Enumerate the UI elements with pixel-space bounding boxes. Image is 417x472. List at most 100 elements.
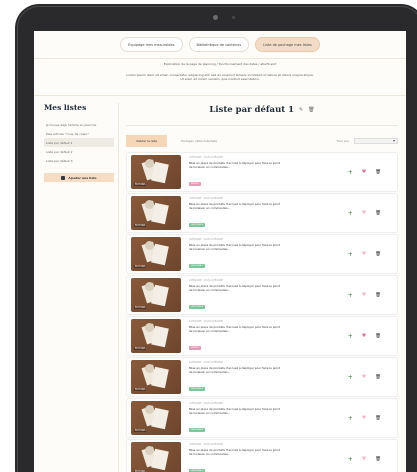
item-info: CATÉGORIE · SOUS-CATÉGORIE Mise en place… (189, 402, 348, 435)
thumb-circle (145, 241, 154, 250)
sidebar-item-liste-2[interactable]: Liste par défaut 2 (44, 147, 114, 156)
list-item[interactable]: ÉDITIONS CATÉGORIE · SOUS-CATÉGORIE Mise… (126, 439, 398, 472)
item-description[interactable]: Mise en place de produits d'accueil à dé… (189, 202, 284, 211)
product-thumbnail[interactable]: ÉDITIONS (131, 401, 181, 435)
main-panel: Liste par défaut 1 ✎ 🗑 Valider la liste … (126, 103, 398, 472)
plus-icon[interactable]: + (348, 210, 353, 217)
trash-icon[interactable]: 🗑 (375, 457, 381, 462)
item-description[interactable]: Mise en place de produits d'accueil à dé… (189, 243, 284, 252)
sidebar-divider (118, 103, 119, 472)
item-category: CATÉGORIE · SOUS-CATÉGORIE (189, 360, 224, 364)
item-description[interactable]: Mise en place de produits d'accueil à dé… (189, 407, 284, 416)
plus-icon[interactable]: + (348, 333, 353, 340)
product-thumbnail[interactable]: ÉDITIONS (131, 278, 181, 312)
trash-icon[interactable]: 🗑 (375, 211, 381, 216)
share-list-link[interactable]: Partager cette liste/liste (181, 139, 217, 143)
thumb-paper (151, 202, 169, 225)
item-description[interactable]: Mise en place de produits d'accueil à dé… (189, 448, 284, 457)
heart-icon[interactable]: ♥ (362, 415, 366, 421)
item-info: CATÉGORIE · SOUS-CATÉGORIE Mise en place… (189, 320, 348, 353)
trash-icon[interactable]: 🗑 (308, 107, 314, 113)
item-actions: + ♥ 🗑 (348, 210, 381, 217)
camera-icon (213, 15, 218, 20)
sidebar-item-liste-3[interactable]: Liste par défaut 3 (44, 156, 114, 165)
status-badge: DISPONIBLE (189, 387, 206, 392)
thumb-caption: ÉDITIONS (134, 388, 147, 391)
heart-icon[interactable]: ♥ (362, 374, 366, 380)
create-list-label: Ajouter une liste (68, 175, 97, 180)
sensor-dot (232, 16, 235, 19)
plus-icon[interactable]: + (348, 415, 353, 422)
product-thumbnail[interactable]: ÉDITIONS (131, 360, 181, 394)
list-item[interactable]: ÉDITIONS CATÉGORIE · SOUS-CATÉGORIE Mise… (126, 275, 398, 315)
item-info: CATÉGORIE · SOUS-CATÉGORIE Mise en place… (189, 361, 348, 394)
list-item[interactable]: ÉDITIONS CATÉGORIE · SOUS-CATÉGORIE Mise… (126, 357, 398, 397)
item-actions: + ♥ 🗑 (348, 374, 381, 381)
sidebar-item-planche[interactable]: Je trouve déjà l'article en planche (44, 120, 114, 129)
sidebar-item-coup-de-coeur[interactable]: Mes articles "coup de coeur" (44, 129, 114, 138)
list-toolbar: Valider la liste Partager cette liste/li… (126, 134, 398, 148)
heart-icon[interactable]: ♥ (362, 333, 366, 339)
heart-icon[interactable]: ♥ (362, 169, 366, 175)
validate-list-button[interactable]: Valider la liste (126, 135, 168, 147)
product-thumbnail[interactable]: ÉDITIONS (131, 155, 181, 189)
product-thumbnail[interactable]: ÉDITIONS (131, 237, 181, 271)
heart-icon[interactable]: ♥ (362, 210, 366, 216)
item-info: CATÉGORIE · SOUS-CATÉGORIE Mise en place… (189, 279, 348, 312)
trash-icon[interactable]: 🗑 (375, 334, 381, 339)
sort-label: Trier par (336, 139, 349, 143)
heart-icon[interactable]: ♥ (362, 456, 366, 462)
list-item[interactable]: ÉDITIONS CATÉGORIE · SOUS-CATÉGORIE Mise… (126, 398, 398, 438)
trash-icon[interactable]: 🗑 (375, 375, 381, 380)
sort-control: Trier par (337, 138, 398, 144)
item-description[interactable]: Mise en place de produits d'accueil à dé… (189, 284, 284, 293)
plus-icon[interactable]: + (348, 292, 353, 299)
tab-listes[interactable]: Liste de pochage mes listes (255, 37, 320, 52)
trash-icon[interactable]: 🗑 (375, 293, 381, 298)
trash-icon[interactable]: 🗑 (375, 416, 381, 421)
plus-icon[interactable]: + (348, 456, 353, 463)
thumb-circle (145, 323, 154, 332)
status-badge: DISPONIBLE (189, 305, 206, 310)
list-item[interactable]: ÉDITIONS CATÉGORIE · SOUS-CATÉGORIE Mise… (126, 152, 398, 192)
trash-icon[interactable]: 🗑 (375, 252, 381, 257)
create-list-button[interactable]: Ajouter une liste (44, 173, 114, 182)
product-thumbnail[interactable]: ÉDITIONS (131, 442, 181, 472)
item-description[interactable]: Mise en place de produits d'accueil à dé… (189, 325, 284, 334)
thumb-caption: ÉDITIONS (134, 306, 147, 309)
tab-bibliotheque[interactable]: Bibliothèque de contenus (188, 37, 250, 52)
sort-select[interactable] (354, 138, 398, 144)
product-thumbnail[interactable]: ÉDITIONS (131, 196, 181, 230)
pencil-icon[interactable]: ✎ (299, 107, 303, 113)
list-item[interactable]: ÉDITIONS CATÉGORIE · SOUS-CATÉGORIE Mise… (126, 316, 398, 356)
item-category: CATÉGORIE · SOUS-CATÉGORIE (189, 155, 224, 159)
status-badge: INDISPO (189, 182, 202, 187)
list-item[interactable]: ÉDITIONS CATÉGORIE · SOUS-CATÉGORIE Mise… (126, 193, 398, 233)
heart-icon[interactable]: ♥ (362, 292, 366, 298)
thumb-circle (145, 159, 154, 168)
plus-icon[interactable]: + (348, 374, 353, 381)
plus-icon[interactable]: + (348, 251, 353, 258)
thumb-paper (151, 161, 169, 184)
item-description[interactable]: Mise en place de produits d'accueil à dé… (189, 161, 284, 170)
sidebar-item-liste-1[interactable]: Liste par défaut 1 (44, 138, 114, 147)
tab-mesurables[interactable]: Équipage mes mesurables (120, 37, 183, 52)
intro-line-1: Explication de la page de planning / fon… (163, 62, 277, 66)
trash-icon[interactable]: 🗑 (375, 170, 381, 175)
sidebar-title: Mes listes (44, 103, 87, 112)
item-description[interactable]: Mise en place de produits d'accueil à dé… (189, 366, 284, 375)
thumb-caption: ÉDITIONS (134, 265, 147, 268)
thumb-circle (145, 364, 154, 373)
thumb-caption: ÉDITIONS (134, 347, 147, 350)
heart-icon[interactable]: ♥ (362, 251, 366, 257)
thumb-paper (151, 407, 169, 430)
product-thumbnail[interactable]: ÉDITIONS (131, 319, 181, 353)
list-item[interactable]: ÉDITIONS CATÉGORIE · SOUS-CATÉGORIE Mise… (126, 234, 398, 274)
status-badge: DISPONIBLE (189, 428, 206, 433)
item-info: CATÉGORIE · SOUS-CATÉGORIE Mise en place… (189, 156, 348, 189)
item-info: CATÉGORIE · SOUS-CATÉGORIE Mise en place… (189, 238, 348, 271)
thumb-circle (145, 405, 154, 414)
status-badge: INDISPO (189, 346, 202, 351)
plus-icon[interactable]: + (348, 169, 353, 176)
item-actions: + ♥ 🗑 (348, 415, 381, 422)
